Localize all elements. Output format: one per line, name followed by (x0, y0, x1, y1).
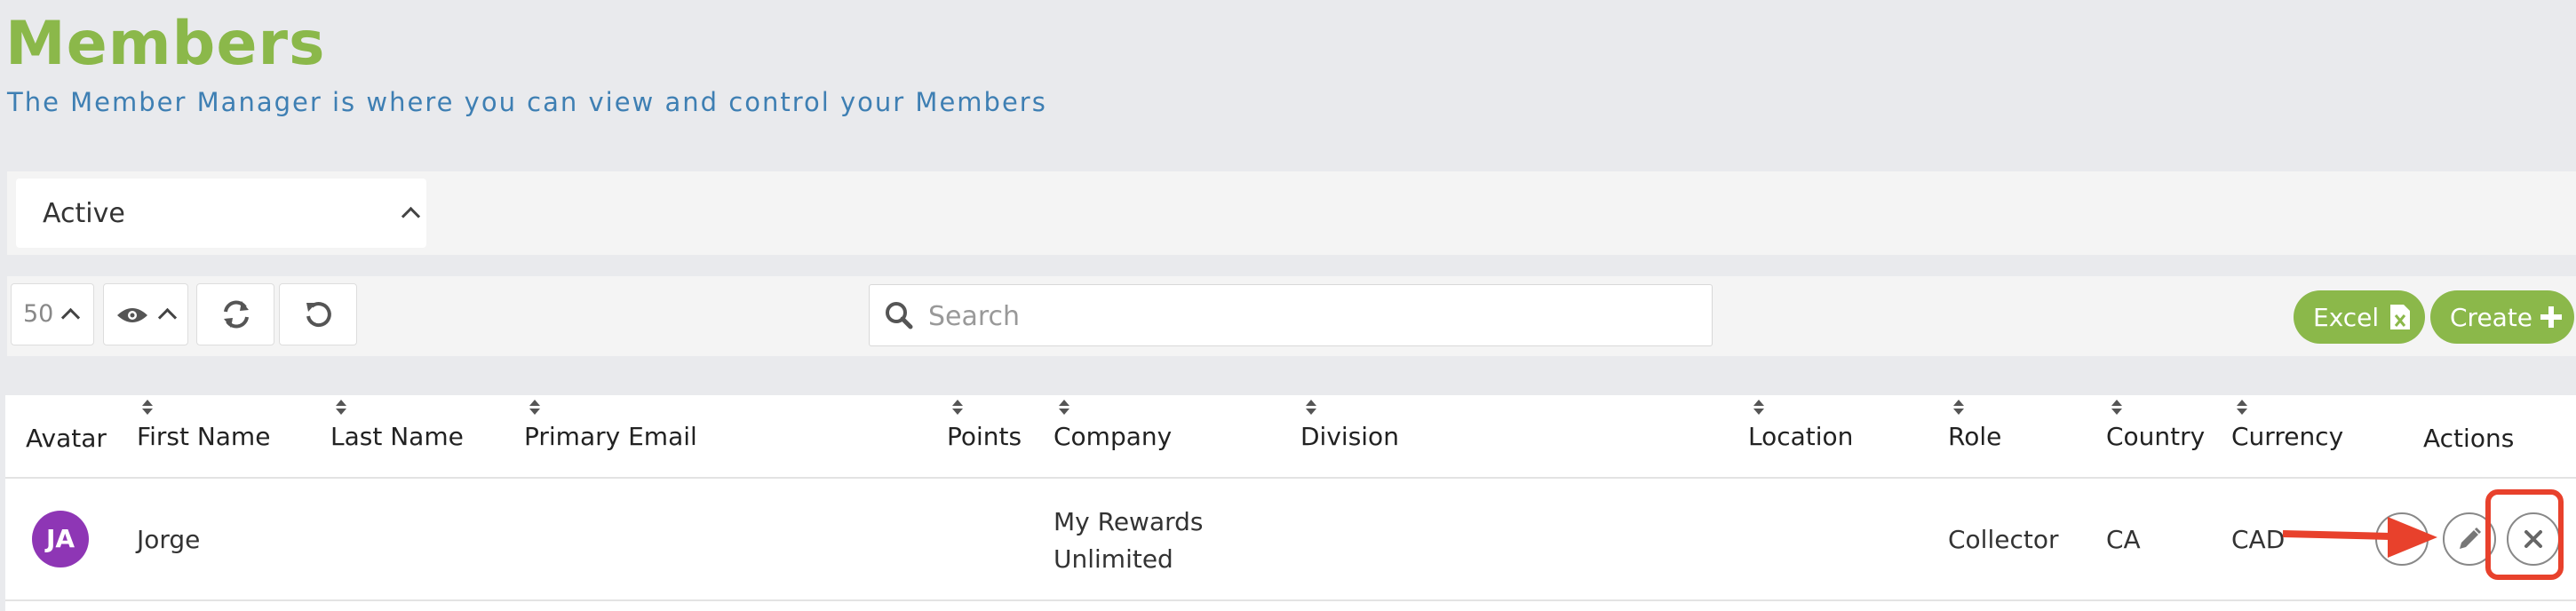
cell-company: My Rewards Unlimited (1053, 504, 1204, 578)
chevron-up-icon (60, 307, 81, 328)
column-header-first-name[interactable]: First Name (137, 395, 314, 475)
excel-file-icon (2390, 305, 2410, 329)
column-header-country[interactable]: Country (2106, 395, 2230, 475)
column-header-actions: Actions (2423, 424, 2515, 453)
column-header-last-name[interactable]: Last Name (330, 395, 508, 475)
chevron-up-icon (401, 206, 421, 226)
page-subtitle: The Member Manager is where you can view… (7, 87, 1047, 117)
column-header-division[interactable]: Division (1300, 395, 1478, 475)
column-visibility-button[interactable] (103, 283, 188, 345)
page-title: Members (5, 9, 326, 79)
status-filter-select[interactable]: Active (16, 179, 426, 248)
sort-icon (2237, 400, 2247, 417)
search-input[interactable] (926, 294, 1694, 338)
refresh-icon (224, 300, 249, 329)
sort-icon (529, 400, 540, 417)
company-line-2: Unlimited (1053, 544, 1173, 574)
view-button[interactable] (2375, 512, 2429, 566)
column-header-avatar: Avatar (26, 424, 107, 453)
toolbar: 50 Excel (7, 276, 2576, 356)
column-header-points[interactable]: Points (947, 395, 1053, 475)
sort-icon (952, 400, 963, 417)
members-table: Avatar First Name Last Name Primary Emai… (5, 395, 2576, 611)
sort-icon (1059, 400, 1069, 417)
status-filter-value: Active (43, 198, 125, 229)
cell-country: CA (2106, 525, 2141, 554)
column-header-role[interactable]: Role (1948, 395, 2072, 475)
column-header-currency[interactable]: Currency (2231, 395, 2373, 475)
row-divider (5, 599, 2576, 601)
undo-icon (306, 302, 331, 328)
sort-icon (1953, 400, 1964, 417)
column-header-location[interactable]: Location (1748, 395, 1926, 475)
cell-currency: CAD (2231, 525, 2286, 554)
sort-icon (336, 400, 346, 417)
search-icon (886, 302, 913, 329)
column-header-primary-email[interactable]: Primary Email (524, 395, 755, 475)
pencil-icon (2460, 527, 2482, 549)
sort-icon (1306, 400, 1316, 417)
cell-first-name: Jorge (137, 525, 201, 554)
search-box (869, 284, 1713, 346)
eye-icon (2389, 533, 2414, 545)
company-line-1: My Rewards (1053, 507, 1204, 536)
avatar: JA (32, 511, 89, 567)
eye-icon (117, 308, 147, 322)
page-size-select[interactable]: 50 (11, 283, 94, 345)
chevron-up-icon (157, 307, 178, 328)
sort-icon (142, 400, 153, 417)
plus-icon (2540, 306, 2562, 328)
annotation-highlight-box (2485, 489, 2564, 580)
page-size-value: 50 (23, 300, 54, 328)
excel-export-button[interactable]: Excel (2294, 290, 2425, 344)
sort-icon (1753, 400, 1764, 417)
table-row: JA Jorge My Rewards Unlimited Collector … (5, 479, 2576, 599)
column-header-company[interactable]: Company (1053, 395, 1231, 475)
filter-bar: Active (7, 171, 2576, 255)
avatar-initials: JA (45, 524, 76, 553)
create-button-label: Create (2450, 303, 2533, 332)
create-button[interactable]: Create (2430, 290, 2574, 344)
reset-button[interactable] (279, 283, 357, 345)
excel-button-label: Excel (2313, 303, 2380, 332)
refresh-button[interactable] (196, 283, 274, 345)
sort-icon (2111, 400, 2122, 417)
cell-role: Collector (1948, 525, 2059, 554)
